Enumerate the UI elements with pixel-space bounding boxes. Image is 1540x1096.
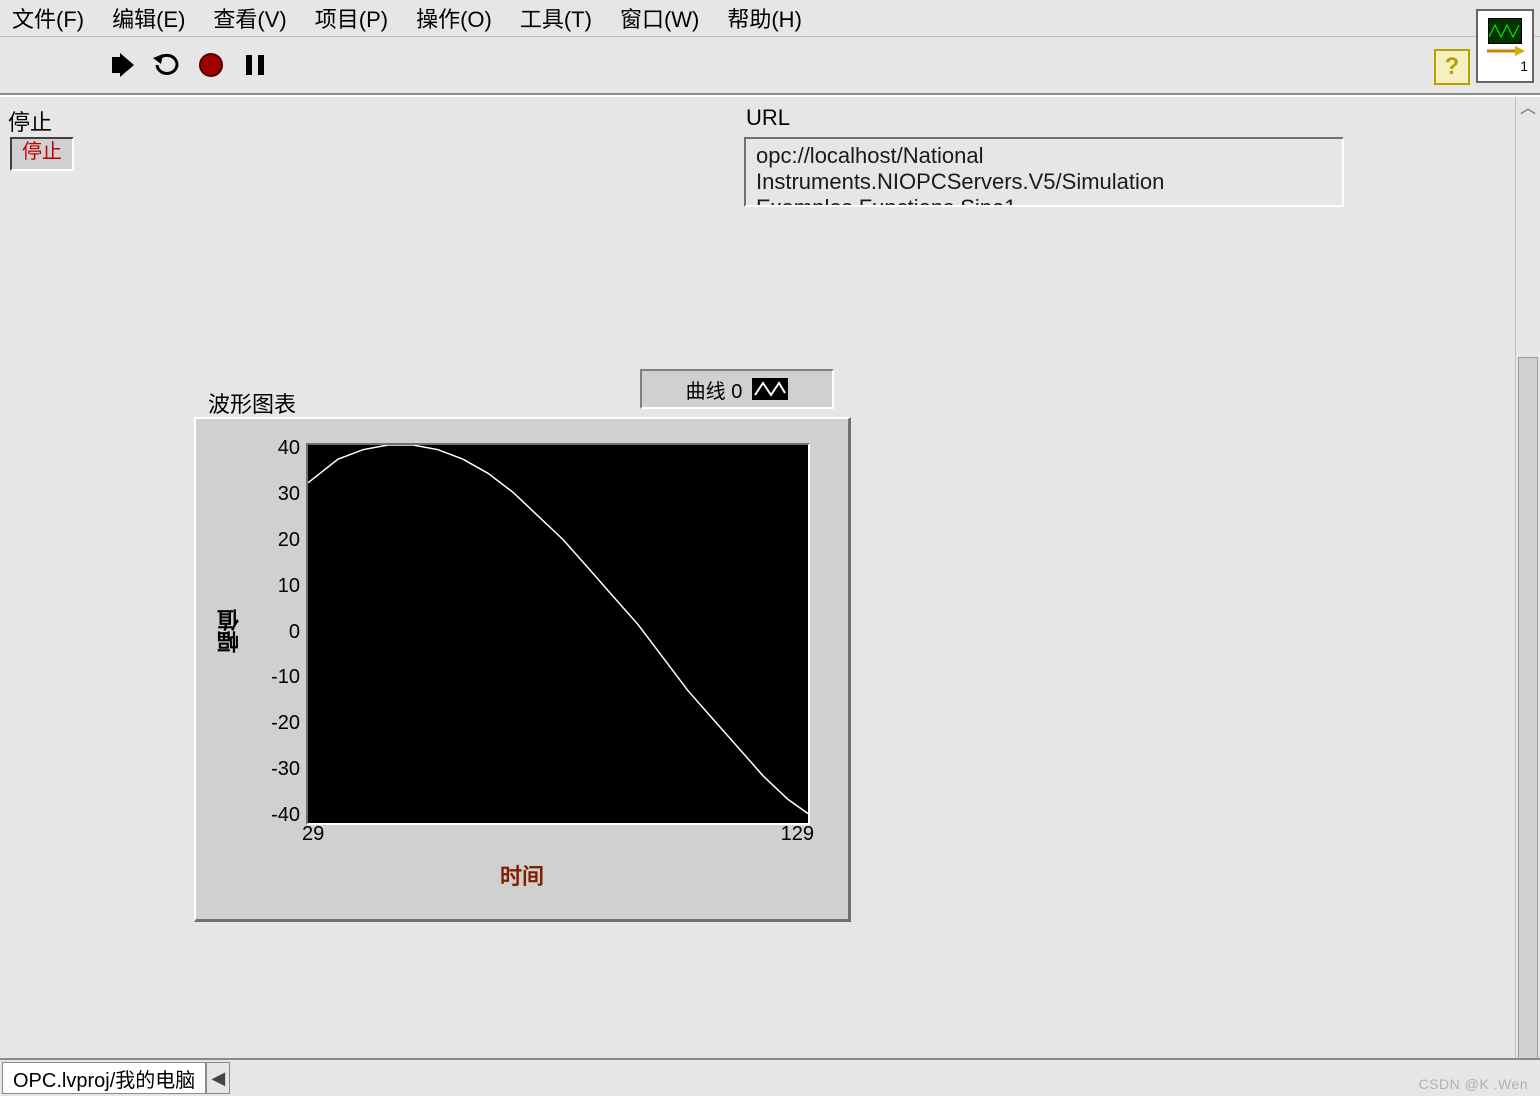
xtick-max: 129 xyxy=(781,823,814,846)
scroll-left-button[interactable]: ◀ xyxy=(206,1062,230,1094)
menu-project[interactable]: 项目(P) xyxy=(315,2,388,34)
waveform-chart[interactable]: 幅值 40 30 20 10 0 -10 -20 -30 -40 29 129 … xyxy=(194,417,851,922)
watermark-text: CSDN @K .Wen xyxy=(1419,1076,1528,1092)
vi-icon[interactable]: 1 xyxy=(1476,9,1534,83)
abort-button[interactable] xyxy=(196,50,226,80)
front-panel: 停止 停止 URL opc://localhost/National Instr… xyxy=(0,95,1540,1065)
abort-icon xyxy=(198,52,224,78)
scrollbar-thumb[interactable] xyxy=(1518,357,1538,1059)
chart-legend[interactable]: 曲线 0 xyxy=(640,369,834,409)
run-button[interactable] xyxy=(108,50,138,80)
vi-icon-number: 1 xyxy=(1520,58,1532,74)
ytick: 40 xyxy=(254,437,300,460)
pause-icon xyxy=(244,53,266,77)
legend-series-label: 曲线 0 xyxy=(686,375,743,404)
menu-window[interactable]: 窗口(W) xyxy=(620,2,699,34)
legend-swatch-icon xyxy=(752,378,788,400)
ytick: 10 xyxy=(254,575,300,598)
scroll-up-icon[interactable]: ︿ xyxy=(1516,97,1540,121)
ytick: -20 xyxy=(254,712,300,735)
ytick: -40 xyxy=(254,804,300,827)
stop-button[interactable]: 停止 xyxy=(10,137,74,171)
run-continuous-button[interactable] xyxy=(152,50,182,80)
plot-svg xyxy=(308,445,808,823)
waveform-chart-label: 波形图表 xyxy=(208,387,296,419)
menu-operate[interactable]: 操作(O) xyxy=(416,2,492,34)
y-axis-label: 幅值 xyxy=(214,609,246,653)
stop-control-label: 停止 xyxy=(8,105,52,137)
menu-help[interactable]: 帮助(H) xyxy=(727,2,802,34)
toolbar: ? 1 xyxy=(0,37,1540,95)
project-path[interactable]: OPC.lvproj/我的电脑 xyxy=(2,1062,206,1094)
menu-tools[interactable]: 工具(T) xyxy=(520,2,592,34)
y-axis-ticks: 40 30 20 10 0 -10 -20 -30 -40 xyxy=(254,437,300,827)
ytick: 20 xyxy=(254,529,300,552)
run-arrow-icon xyxy=(110,53,136,77)
url-indicator-label: URL xyxy=(746,105,790,131)
context-help-button[interactable]: ? xyxy=(1434,49,1470,85)
xtick-min: 29 xyxy=(302,823,324,846)
menu-file[interactable]: 文件(F) xyxy=(12,2,84,34)
run-continuous-icon xyxy=(153,52,181,78)
ytick: 0 xyxy=(254,621,300,644)
url-indicator[interactable]: opc://localhost/National Instruments.NIO… xyxy=(744,137,1344,207)
ytick: 30 xyxy=(254,483,300,506)
ytick: -10 xyxy=(254,666,300,689)
vi-icon-arrow xyxy=(1485,44,1525,58)
vertical-scrollbar[interactable]: ︿ ﹀ xyxy=(1515,97,1540,1065)
x-axis-ticks: 29 129 xyxy=(306,823,806,851)
plot-area xyxy=(306,443,810,825)
pause-button[interactable] xyxy=(240,50,270,80)
menu-bar: 文件(F) 编辑(E) 查看(V) 项目(P) 操作(O) 工具(T) 窗口(W… xyxy=(0,0,1540,37)
menu-edit[interactable]: 编辑(E) xyxy=(112,2,185,34)
vi-icon-graphic xyxy=(1488,18,1522,44)
x-axis-label: 时间 xyxy=(196,859,848,891)
ytick: -30 xyxy=(254,758,300,781)
status-bar: OPC.lvproj/我的电脑 ◀ CSDN @K .Wen xyxy=(0,1058,1540,1096)
menu-view[interactable]: 查看(V) xyxy=(213,2,286,34)
